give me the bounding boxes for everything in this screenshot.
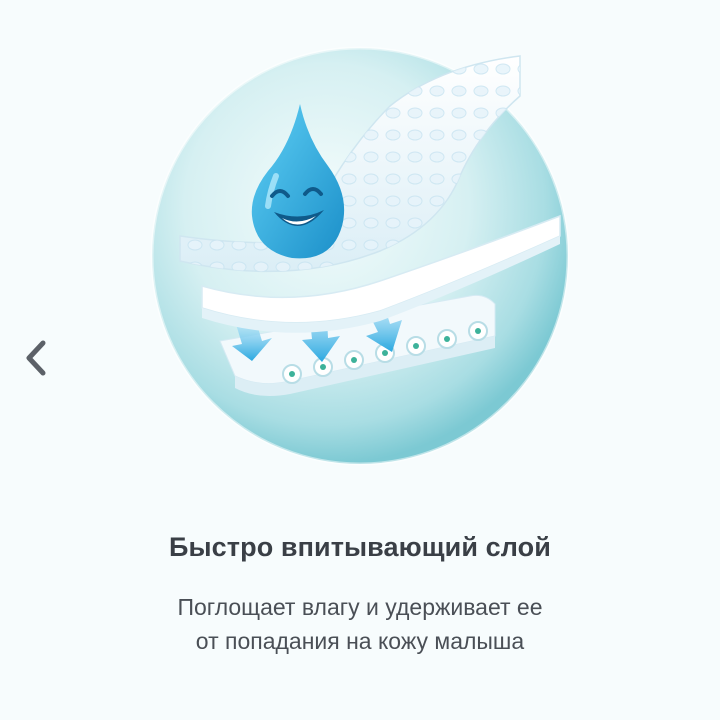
chevron-left-icon [26,340,46,376]
feature-description: Поглощает влагу и удерживает ее от попад… [0,590,720,658]
prev-slide-button[interactable] [14,332,58,384]
description-line: от попадания на кожу малыша [195,628,525,654]
feature-title: Быстро впитывающий слой [169,532,551,562]
feature-slide: Быстро впитывающий слой Поглощает влагу … [0,0,720,720]
absorbent-layer-illustration [150,46,570,466]
description-line: Поглощает влагу и удерживает ее [177,594,543,620]
